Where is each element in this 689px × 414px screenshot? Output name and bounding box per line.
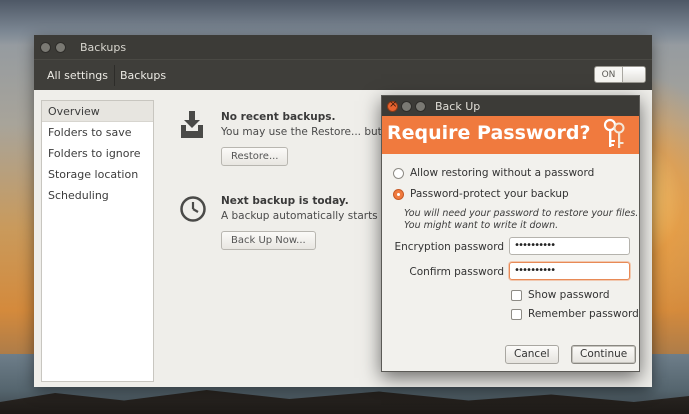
backup-on-off-switch[interactable]: ON (594, 66, 646, 83)
allow-no-password-label: Allow restoring without a password (410, 167, 595, 179)
password-protect-option[interactable]: Password-protect your backup (393, 188, 569, 200)
clock-icon (180, 196, 206, 222)
sidebar-item-scheduling[interactable]: Scheduling (42, 185, 153, 206)
restore-button[interactable]: Restore... (221, 147, 289, 166)
recent-backups-title: No recent backups. (221, 111, 336, 123)
sidebar-item-folders-to-ignore[interactable]: Folders to ignore (42, 143, 153, 164)
breadcrumb-backups[interactable]: Backups (114, 64, 170, 86)
password-hint-line-1: You will need your password to restore y… (404, 208, 639, 219)
require-password-dialog: Back Up Require Password? Allow restorin… (381, 95, 640, 372)
remember-password-checkbox[interactable] (511, 308, 522, 320)
download-tray-icon (181, 111, 203, 138)
confirm-password-label: Confirm password (409, 266, 504, 278)
show-password-option[interactable]: Show password (511, 289, 610, 301)
sidebar-item-folders-to-save[interactable]: Folders to save (42, 122, 153, 143)
cancel-button[interactable]: Cancel (505, 345, 559, 364)
switch-label: ON (601, 69, 616, 80)
window-titlebar[interactable]: Backups (34, 35, 652, 59)
sidebar-item-storage-location[interactable]: Storage location (42, 164, 153, 185)
keys-icon (603, 118, 625, 148)
switch-knob[interactable] (622, 67, 645, 82)
minimize-window-button[interactable] (55, 41, 66, 53)
sidebar: Overview Folders to save Folders to igno… (41, 100, 154, 382)
settings-toolbar: All settings Backups ON (34, 59, 652, 90)
dialog-maximize-button[interactable] (415, 100, 426, 112)
allow-no-password-radio[interactable] (393, 167, 404, 179)
encryption-password-label: Encryption password (394, 241, 504, 253)
next-backup-title: Next backup is today. (221, 195, 349, 207)
dialog-heading: Require Password? (387, 122, 591, 144)
show-password-checkbox[interactable] (511, 289, 522, 301)
back-up-now-button[interactable]: Back Up Now... (221, 231, 316, 250)
close-window-button[interactable] (40, 41, 51, 53)
password-protect-label: Password-protect your backup (410, 188, 569, 200)
confirm-password-field[interactable]: •••••••••• (509, 262, 630, 280)
continue-button[interactable]: Continue (571, 345, 637, 364)
sidebar-item-overview[interactable]: Overview (42, 101, 153, 122)
window-title: Backups (80, 40, 127, 54)
dialog-header: Require Password? (382, 116, 639, 154)
dialog-close-button[interactable] (387, 99, 398, 112)
remember-password-label: Remember password (528, 308, 639, 320)
remember-password-option[interactable]: Remember password (511, 308, 639, 320)
breadcrumb-all-settings[interactable]: All settings (43, 65, 112, 86)
encryption-password-field[interactable]: •••••••••• (509, 237, 630, 255)
dialog-titlebar[interactable]: Back Up (382, 96, 639, 116)
dialog-minimize-button[interactable] (401, 100, 412, 112)
allow-no-password-option[interactable]: Allow restoring without a password (393, 167, 594, 179)
password-protect-radio[interactable] (393, 188, 404, 200)
password-hint-line-2: You might want to write it down. (404, 220, 559, 231)
show-password-label: Show password (528, 289, 610, 301)
dialog-title: Back Up (435, 99, 481, 113)
